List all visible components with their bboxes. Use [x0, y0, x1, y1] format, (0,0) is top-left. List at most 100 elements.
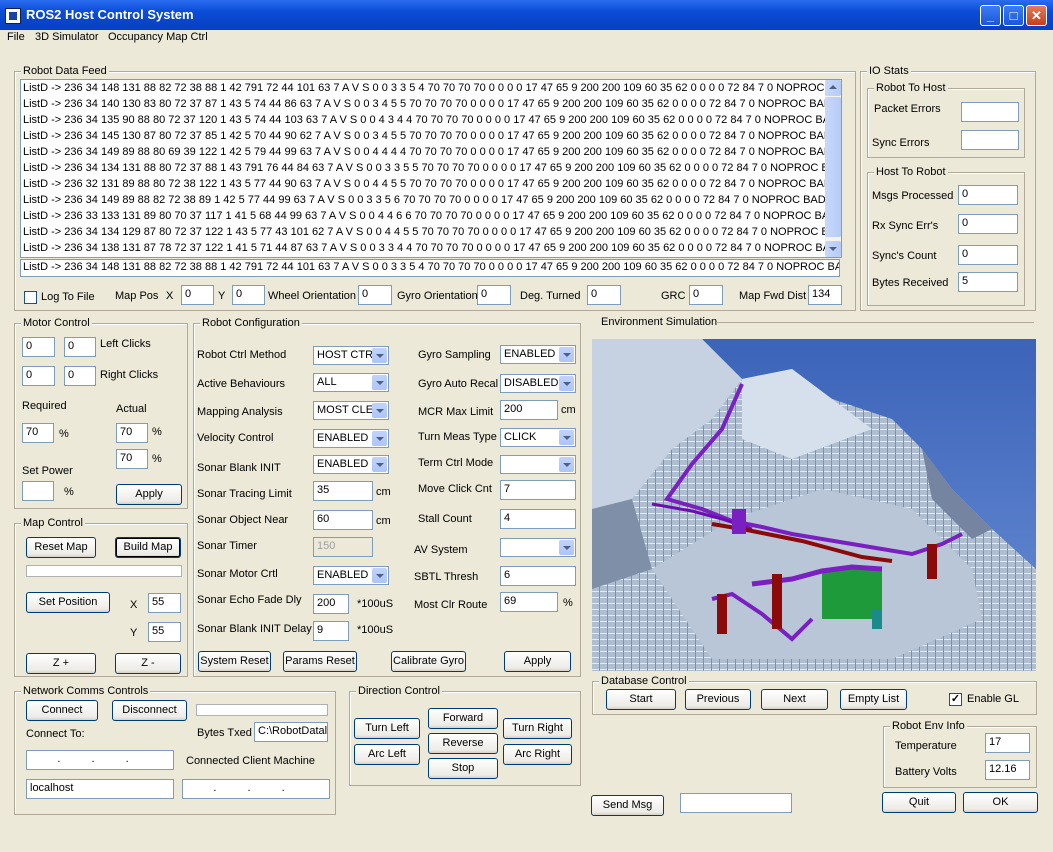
position-x-field[interactable]: 55 — [148, 593, 181, 613]
turn-left-button[interactable]: Turn Left — [354, 718, 420, 739]
bytes-received-field[interactable]: 5 — [958, 272, 1018, 292]
list-item[interactable]: ListD -> 236 34 135 90 88 80 72 37 120 1… — [23, 114, 838, 126]
mapping-analysis-select[interactable]: MOST CLE. — [313, 401, 389, 420]
chevron-down-icon[interactable] — [372, 375, 387, 390]
sonar-object-near-field[interactable]: 60 — [313, 510, 373, 530]
db-empty-list-button[interactable]: Empty List — [840, 689, 907, 710]
list-item[interactable]: ListD -> 236 34 138 131 87 78 72 37 122 … — [23, 242, 841, 254]
sonar-motor-crtl-select[interactable]: ENABLED — [313, 566, 389, 585]
most-clr-route-field[interactable]: 69 — [500, 592, 558, 612]
actual-power-field-1[interactable]: 70 — [116, 423, 148, 443]
msgs-processed-field[interactable]: 0 — [958, 185, 1018, 205]
chevron-down-icon[interactable] — [372, 431, 387, 446]
chevron-down-icon[interactable] — [559, 347, 574, 362]
data-feed-list[interactable]: ListD -> 236 34 148 131 88 82 72 38 88 1… — [20, 79, 842, 258]
calibrate-gyro-button[interactable]: Calibrate Gyro — [391, 651, 466, 672]
arc-right-button[interactable]: Arc Right — [503, 744, 572, 765]
minimize-button[interactable]: _ — [980, 5, 1001, 26]
battery-volts-field[interactable]: 12.16 — [985, 760, 1030, 780]
sonar-blank-init-select[interactable]: ENABLED — [313, 455, 389, 474]
enable-gl-checkbox[interactable]: ✓ — [949, 693, 962, 706]
client-ip-field[interactable]: . . . — [182, 779, 330, 799]
list-item[interactable]: ListD -> 236 34 149 89 88 82 72 38 89 1 … — [23, 194, 835, 206]
list-item[interactable]: ListD -> 236 34 145 130 87 80 72 37 85 1… — [23, 130, 841, 142]
chevron-down-icon[interactable] — [372, 403, 387, 418]
move-click-cnt-field[interactable]: 7 — [500, 480, 576, 500]
required-power-field[interactable]: 70 — [22, 423, 54, 443]
sbtl-thresh-field[interactable]: 6 — [500, 566, 576, 586]
map-pos-y-field[interactable]: 0 — [232, 285, 265, 305]
close-button[interactable]: ✕ — [1026, 5, 1047, 26]
position-y-field[interactable]: 55 — [148, 622, 181, 642]
system-reset-button[interactable]: System Reset — [198, 651, 271, 672]
menu-occupancy-map-ctrl[interactable]: Occupancy Map Ctrl — [108, 31, 208, 43]
gyro-orientation-field[interactable]: 0 — [477, 285, 511, 305]
rx-sync-errs-field[interactable]: 0 — [958, 214, 1018, 234]
active-behaviours-select[interactable]: ALL — [313, 373, 389, 392]
av-system-select[interactable] — [500, 538, 576, 557]
left-clicks-field-1[interactable]: 0 — [22, 337, 55, 357]
temperature-field[interactable]: 17 — [985, 733, 1030, 753]
right-clicks-field-1[interactable]: 0 — [22, 366, 55, 386]
arc-left-button[interactable]: Arc Left — [354, 744, 420, 765]
current-feed-field[interactable]: ListD -> 236 34 148 131 88 82 72 38 88 1… — [20, 259, 840, 277]
ok-button[interactable]: OK — [963, 792, 1038, 813]
right-clicks-field-2[interactable]: 0 — [64, 366, 96, 386]
chevron-down-icon[interactable] — [559, 376, 574, 391]
gyro-sampling-select[interactable]: ENABLED — [500, 345, 576, 364]
motor-apply-button[interactable]: Apply — [116, 484, 182, 505]
turn-meas-type-select[interactable]: CLICK — [500, 428, 576, 447]
list-scrollbar[interactable] — [825, 80, 841, 257]
chevron-down-icon[interactable] — [372, 348, 387, 363]
map-fwd-dist-field[interactable]: 134 — [808, 285, 842, 305]
list-item[interactable]: ListD -> 236 34 134 129 87 80 72 37 122 … — [23, 226, 841, 238]
turn-right-button[interactable]: Turn Right — [503, 718, 572, 739]
z-minus-button[interactable]: Z - — [115, 653, 181, 674]
scroll-thumb[interactable] — [825, 97, 841, 237]
gyro-auto-recal-select[interactable]: DISABLED — [500, 374, 576, 393]
reset-map-button[interactable]: Reset Map — [26, 537, 96, 558]
grc-field[interactable]: 0 — [689, 285, 723, 305]
stop-button[interactable]: Stop — [428, 758, 498, 779]
mcr-max-limit-field[interactable]: 200 — [500, 400, 558, 420]
velocity-control-select[interactable]: ENABLED — [313, 429, 389, 448]
host-name-field[interactable]: localhost — [26, 779, 174, 799]
z-plus-button[interactable]: Z + — [26, 653, 96, 674]
map-pos-x-field[interactable]: 0 — [181, 285, 214, 305]
list-item[interactable]: ListD -> 236 34 134 131 88 80 72 37 88 1… — [23, 162, 841, 174]
sonar-echo-fade-dly-field[interactable]: 200 — [313, 594, 349, 614]
list-item[interactable]: ListD -> 236 32 131 89 88 80 72 38 122 1… — [23, 178, 841, 190]
sonar-blank-init-delay-field[interactable]: 9 — [313, 621, 349, 641]
maximize-button[interactable]: □ — [1003, 5, 1024, 26]
connect-button[interactable]: Connect — [26, 700, 98, 721]
disconnect-button[interactable]: Disconnect — [112, 700, 187, 721]
environment-3d-view[interactable] — [592, 339, 1036, 671]
list-item[interactable]: ListD -> 236 34 140 130 83 80 72 37 87 1… — [23, 98, 841, 110]
robot-ctrl-method-select[interactable]: HOST CTR — [313, 346, 389, 365]
term-ctrl-mode-select[interactable] — [500, 455, 576, 474]
list-item[interactable]: ListD -> 236 34 149 89 88 80 69 39 122 1… — [23, 146, 841, 158]
chevron-down-icon[interactable] — [559, 457, 574, 472]
menu-file[interactable]: File — [7, 31, 25, 43]
stall-count-field[interactable]: 4 — [500, 509, 576, 529]
sync-errors-field[interactable] — [961, 130, 1019, 150]
left-clicks-field-2[interactable]: 0 — [64, 337, 96, 357]
set-position-button[interactable]: Set Position — [26, 592, 110, 613]
occupancy-map-render[interactable] — [592, 339, 1036, 671]
chevron-down-icon[interactable] — [559, 540, 574, 555]
build-map-button[interactable]: Build Map — [115, 537, 181, 558]
send-msg-button[interactable]: Send Msg — [591, 795, 664, 816]
reverse-button[interactable]: Reverse — [428, 733, 498, 754]
packet-errors-field[interactable] — [961, 102, 1019, 122]
chevron-down-icon[interactable] — [372, 457, 387, 472]
syncs-count-field[interactable]: 0 — [958, 245, 1018, 265]
menu-3d-simulator[interactable]: 3D Simulator — [35, 31, 99, 43]
actual-power-field-2[interactable]: 70 — [116, 449, 148, 469]
bytes-txed-field[interactable]: C:\RobotDatal — [254, 722, 328, 742]
message-field[interactable] — [680, 793, 792, 813]
ip-address-field[interactable]: . . . — [26, 750, 174, 770]
list-item[interactable]: ListD -> 236 34 148 131 88 82 72 38 88 1… — [23, 82, 841, 94]
forward-button[interactable]: Forward — [428, 708, 498, 729]
set-power-field[interactable] — [22, 481, 54, 501]
quit-button[interactable]: Quit — [882, 792, 956, 813]
